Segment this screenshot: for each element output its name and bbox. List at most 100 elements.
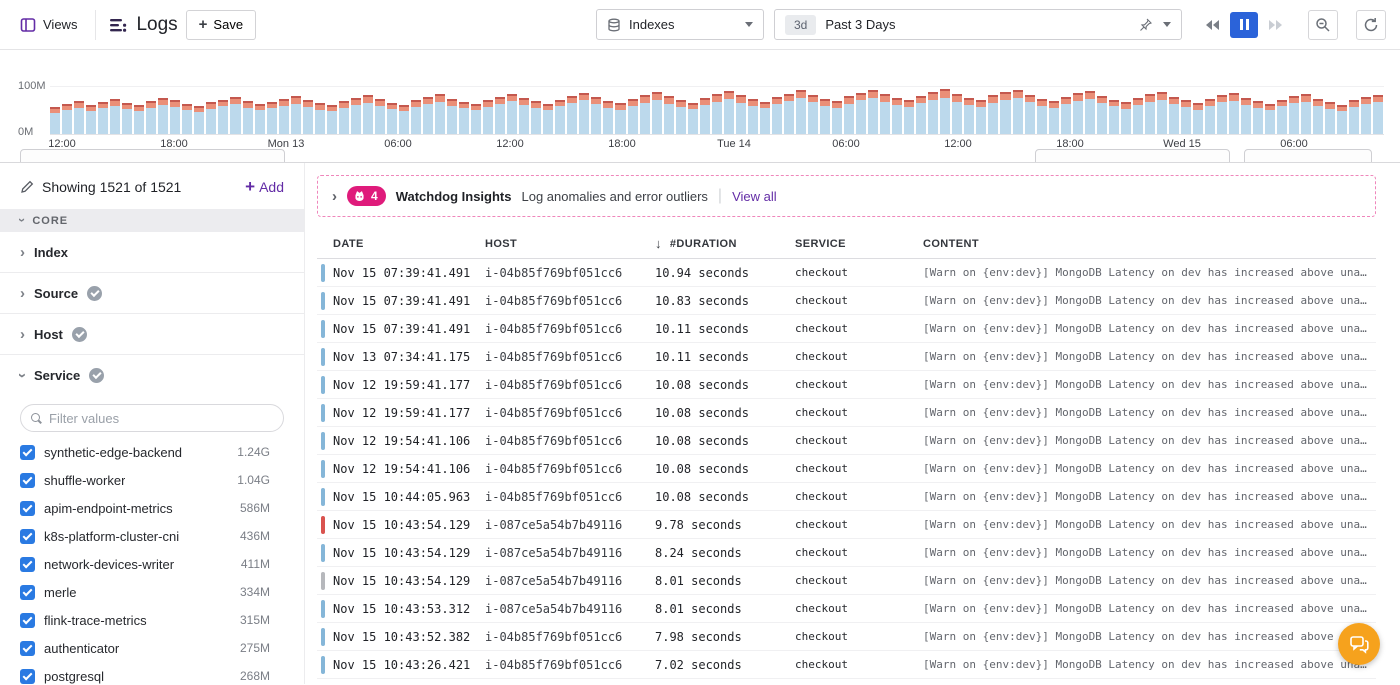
facet-index[interactable]: › Index (0, 232, 304, 273)
histogram-bar[interactable] (1325, 102, 1335, 134)
histogram-bar[interactable] (447, 99, 457, 134)
histogram-bar[interactable] (255, 104, 265, 134)
cut-display-control[interactable] (1244, 149, 1372, 163)
core-group-header[interactable]: › CORE (0, 209, 304, 232)
log-row[interactable]: Nov 12 19:59:41.177i-04b85f769bf051cc610… (317, 399, 1376, 427)
histogram-bar[interactable] (736, 95, 746, 134)
histogram-bar[interactable] (62, 104, 72, 134)
histogram-bar[interactable] (724, 91, 734, 134)
histogram-bar[interactable] (832, 101, 842, 134)
histogram-bar[interactable] (976, 100, 986, 134)
indexes-dropdown[interactable]: Indexes (596, 9, 764, 40)
checked-checkbox[interactable] (20, 501, 35, 516)
help-chat-button[interactable] (1338, 623, 1380, 665)
checked-checkbox[interactable] (20, 641, 35, 656)
histogram-bar[interactable] (519, 98, 529, 134)
facet-source[interactable]: › Source (0, 273, 304, 314)
histogram-bar[interactable] (98, 102, 108, 134)
histogram-bar[interactable] (315, 103, 325, 134)
histogram-bar[interactable] (1313, 99, 1323, 134)
histogram-bar[interactable] (591, 97, 601, 134)
log-row[interactable]: Nov 15 07:39:41.491i-04b85f769bf051cc610… (317, 315, 1376, 343)
service-filter-item[interactable]: synthetic-edge-backend1.24G (20, 438, 284, 466)
log-row[interactable]: Nov 15 07:39:41.491i-04b85f769bf051cc610… (317, 259, 1376, 287)
edit-facets-icon[interactable] (20, 180, 34, 194)
histogram-bar[interactable] (603, 101, 613, 134)
column-header-duration[interactable]: ↓ #DURATION (655, 236, 795, 251)
histogram-bar[interactable] (399, 105, 409, 134)
histogram-bar[interactable] (820, 99, 830, 134)
histogram-bar[interactable] (459, 102, 469, 134)
histogram-bar[interactable] (279, 99, 289, 134)
column-header-service[interactable]: SERVICE (795, 238, 923, 250)
histogram-bar[interactable] (676, 100, 686, 134)
histogram-bar[interactable] (243, 101, 253, 134)
histogram-bar[interactable] (579, 93, 589, 134)
histogram-bar[interactable] (964, 98, 974, 134)
histogram-bar[interactable] (1205, 99, 1215, 134)
service-filter-item[interactable]: k8s-platform-cluster-cni436M (20, 522, 284, 550)
cut-group-control[interactable] (1035, 149, 1230, 163)
histogram-bar[interactable] (1097, 96, 1107, 134)
histogram-bar[interactable] (700, 98, 710, 134)
service-filter-item[interactable]: postgresql268M (20, 662, 284, 684)
histogram-bar[interactable] (435, 94, 445, 134)
histogram-bar[interactable] (146, 101, 156, 134)
histogram-bar[interactable] (351, 98, 361, 134)
histogram-bar[interactable] (712, 94, 722, 134)
histogram-bar[interactable] (1157, 92, 1167, 134)
histogram-bar[interactable] (1265, 104, 1275, 134)
histogram-bar[interactable] (1037, 99, 1047, 134)
histogram-bar[interactable] (531, 101, 541, 134)
histogram-bar[interactable] (50, 107, 60, 134)
service-filter-item[interactable]: merle334M (20, 578, 284, 606)
filter-values-input[interactable] (49, 411, 273, 426)
histogram-bar[interactable] (218, 100, 228, 135)
histogram-bar[interactable] (664, 96, 674, 134)
histogram-bar[interactable] (1217, 95, 1227, 134)
log-row[interactable]: Nov 15 10:43:54.129i-087ce5a54b7b491168.… (317, 567, 1376, 595)
histogram-bar[interactable] (327, 105, 337, 134)
histogram-bar[interactable] (291, 96, 301, 134)
histogram-bar[interactable] (796, 90, 806, 134)
histogram-bar[interactable] (1025, 95, 1035, 134)
log-row[interactable]: Nov 12 19:54:41.106i-04b85f769bf051cc610… (317, 427, 1376, 455)
histogram-bar[interactable] (1109, 100, 1119, 135)
facet-host[interactable]: › Host (0, 314, 304, 355)
histogram-bar[interactable] (170, 100, 180, 134)
log-row[interactable]: Nov 15 10:43:26.421i-04b85f769bf051cc67.… (317, 651, 1376, 679)
histogram-bar[interactable] (182, 104, 192, 134)
histogram-bar[interactable] (940, 89, 950, 134)
histogram-bar[interactable] (988, 95, 998, 134)
histogram-bar[interactable] (1289, 96, 1299, 134)
histogram-bar[interactable] (555, 100, 565, 135)
histogram-bar[interactable] (1277, 100, 1287, 135)
histogram-bar[interactable] (1169, 97, 1179, 134)
histogram-bar[interactable] (471, 104, 481, 134)
histogram-bar[interactable] (303, 100, 313, 134)
service-filter-item[interactable]: flink-trace-metrics315M (20, 606, 284, 634)
histogram-bar[interactable] (74, 101, 84, 134)
histogram-bar[interactable] (1133, 98, 1143, 134)
column-header-content[interactable]: CONTENT (923, 238, 1376, 250)
histogram-bar[interactable] (904, 100, 914, 134)
checked-checkbox[interactable] (20, 473, 35, 488)
histogram-bar[interactable] (1229, 93, 1239, 134)
fast-forward-button[interactable] (1262, 12, 1290, 38)
histogram-bar[interactable] (628, 99, 638, 134)
histogram-bar[interactable] (1253, 101, 1263, 134)
histogram-bar[interactable] (110, 99, 120, 134)
log-row[interactable]: Nov 15 10:44:05.963i-04b85f769bf051cc610… (317, 483, 1376, 511)
histogram-bar[interactable] (760, 102, 770, 134)
histogram-bar[interactable] (495, 97, 505, 134)
histogram-bar[interactable] (483, 100, 493, 134)
zoom-out-button[interactable] (1308, 10, 1338, 40)
histogram-bar[interactable] (928, 92, 938, 134)
log-row[interactable]: Nov 15 10:43:52.382i-04b85f769bf051cc67.… (317, 623, 1376, 651)
pause-button[interactable] (1230, 12, 1258, 38)
histogram-bar[interactable] (952, 94, 962, 134)
histogram-bar[interactable] (615, 103, 625, 134)
checked-checkbox[interactable] (20, 613, 35, 628)
pin-icon[interactable] (1139, 18, 1152, 31)
checked-checkbox[interactable] (20, 445, 35, 460)
